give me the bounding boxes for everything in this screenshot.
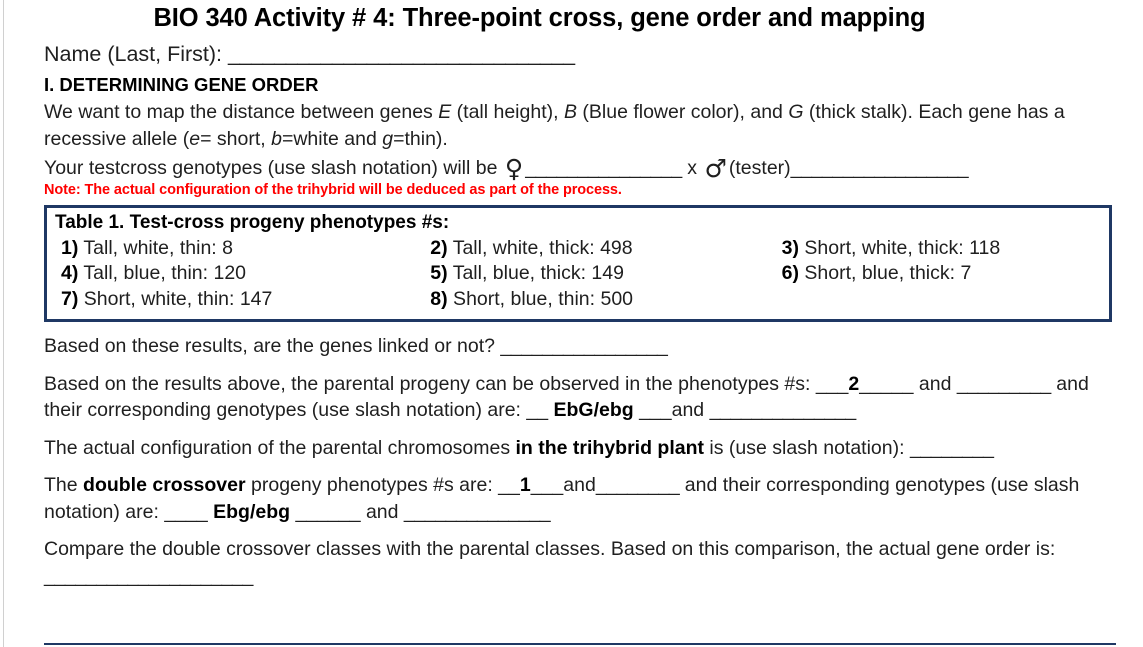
question-gene-order: Compare the double crossover classes wit… (44, 536, 1123, 589)
table-item-text: Short, blue, thick: 7 (798, 262, 972, 285)
table-item-text: Short, white, thick: 118 (798, 236, 1001, 259)
testcross-line: Your testcross genotypes (use slash nota… (44, 155, 1123, 181)
gene-symbol-B: B (563, 101, 577, 124)
allele-symbol-b: b (271, 128, 282, 150)
red-note: Note: The actual configuration of the tr… (44, 181, 622, 198)
double-bold-phrase: double crossover (83, 474, 246, 497)
female-genotype-blank[interactable]: _______________ (525, 157, 682, 179)
parental-blank-1[interactable]: _________ (957, 373, 1051, 395)
question-chromosome-configuration: The actual configuration of the parental… (44, 435, 1123, 462)
mars-male-icon: ♂ (704, 153, 727, 183)
table-item-text: Tall, white, thin: 8 (78, 236, 233, 259)
question-genes-linked: Based on these results, are the genes li… (44, 333, 1123, 360)
cross-operator: x (687, 156, 698, 179)
config-blank[interactable]: ________ (910, 437, 994, 459)
parental-blank-2[interactable]: ______________ (710, 399, 857, 421)
intro-paragraph: We want to map the distance between gene… (44, 99, 1123, 152)
config-bold-phrase: in the trihybrid plant (515, 436, 705, 459)
table-item-text: Tall, blue, thick: 149 (447, 262, 624, 285)
double-blank-2[interactable]: ______________ (404, 501, 551, 523)
table-item-text: Short, white, thin: 147 (78, 288, 273, 311)
double-text-1: The (44, 474, 84, 497)
allele-symbol-e: e (189, 128, 201, 150)
table-item-number: 3) (781, 236, 799, 259)
table-item-text: Tall, blue, thin: 120 (78, 262, 247, 285)
allele-symbol-g: g (382, 128, 394, 150)
question-genes-linked-text: Based on these results, are the genes li… (44, 335, 501, 358)
table-1-box: Table 1. Test-cross progeny phenotypes #… (44, 205, 1112, 323)
question-genes-linked-blank[interactable]: ________________ (500, 335, 668, 357)
table-row: 1) Tall, white, thin: 8 2) Tall, white, … (53, 236, 1103, 262)
table-1-caption: Table 1. Test-cross progeny phenotypes #… (55, 212, 450, 234)
double-blank-1[interactable]: ________ (596, 474, 680, 496)
intro-part-2: (tall height), (451, 101, 564, 124)
venus-female-icon: ♀ (504, 153, 524, 183)
intro-part-3: (Blue flower color), and (576, 101, 789, 124)
gene-order-text: Compare the double crossover classes wit… (44, 538, 1056, 561)
name-label: Name (Last, First): (44, 41, 222, 66)
table-item-text: Tall, white, thick: 498 (447, 236, 633, 259)
name-blank[interactable]: ______________________________ (228, 42, 575, 66)
parental-answer-genotype[interactable]: EbG/ebg (553, 399, 633, 421)
parental-text-2: _____ and (859, 372, 957, 395)
intro-part-1: We want to map the distance between gene… (44, 101, 439, 124)
section-heading-gene-order: I. DETERMINING GENE ORDER (44, 74, 319, 96)
worksheet-page: BIO 340 Activity # 4: Three-point cross,… (0, 0, 1143, 647)
double-text-3: ___and (530, 474, 596, 497)
testcross-prompt: Your testcross genotypes (use slash nota… (44, 156, 498, 179)
table-cell-2: 8) Short, blue, thin: 500 (422, 287, 773, 313)
config-text-2: is (use slash notation): (704, 436, 910, 459)
table-cell-2: 5) Tall, blue, thick: 149 (422, 261, 773, 287)
table-cell-1: 7) Short, white, thin: 147 (53, 287, 422, 313)
table-row: 7) Short, white, thin: 147 8) Short, blu… (53, 287, 1103, 313)
table-item-number: 6) (781, 262, 799, 285)
intro-part-7: =thin). (393, 128, 448, 150)
table-cell-3: 6) Short, blue, thick: 7 (774, 261, 1103, 287)
double-text-5: ______ and (290, 500, 404, 523)
table-cell-1: 4) Tall, blue, thin: 120 (53, 261, 422, 287)
double-answer-genotype[interactable]: Ebg/ebg (213, 501, 290, 523)
bottom-divider (44, 643, 1116, 645)
page-title: BIO 340 Activity # 4: Three-point cross,… (153, 4, 926, 32)
table-cell-3: 3) Short, white, thick: 118 (774, 236, 1103, 262)
intro-part-6: =white and (281, 128, 383, 150)
gene-order-blank[interactable]: ____________________ (44, 565, 253, 587)
parental-text-4: ___and (633, 399, 710, 422)
double-text-2: progeny phenotypes #s are: __ (245, 474, 520, 497)
table-item-number: 7) (61, 288, 79, 311)
double-answer-phenotype[interactable]: 1 (520, 474, 531, 496)
table-item-number: 2) (430, 236, 448, 259)
tester-label: (tester) (728, 156, 791, 179)
table-item-number: 4) (61, 262, 79, 285)
table-cell-2: 2) Tall, white, thick: 498 (422, 236, 773, 262)
question-double-crossover: The double crossover progeny phenotypes … (44, 472, 1123, 525)
table-cell-1: 1) Tall, white, thin: 8 (53, 236, 422, 262)
parental-answer-phenotype[interactable]: 2 (848, 373, 859, 395)
table-item-text: Short, blue, thin: 500 (447, 288, 634, 311)
gene-symbol-E: E (438, 101, 452, 124)
table-item-number: 1) (61, 236, 79, 259)
parental-text-1: Based on the results above, the parental… (44, 372, 849, 395)
table-item-number: 5) (430, 262, 448, 285)
name-field-line: Name (Last, First): ____________________… (44, 42, 1123, 67)
table-row: 4) Tall, blue, thin: 120 5) Tall, blue, … (53, 261, 1103, 287)
table-item-number: 8) (430, 288, 448, 311)
intro-part-5: = short, (200, 128, 272, 150)
gene-symbol-G: G (788, 101, 804, 124)
male-genotype-blank[interactable]: _________________ (791, 157, 969, 179)
table-cell-3 (774, 287, 1103, 313)
question-parental-progeny: Based on the results above, the parental… (44, 371, 1123, 424)
config-text-1: The actual configuration of the parental… (44, 436, 516, 459)
